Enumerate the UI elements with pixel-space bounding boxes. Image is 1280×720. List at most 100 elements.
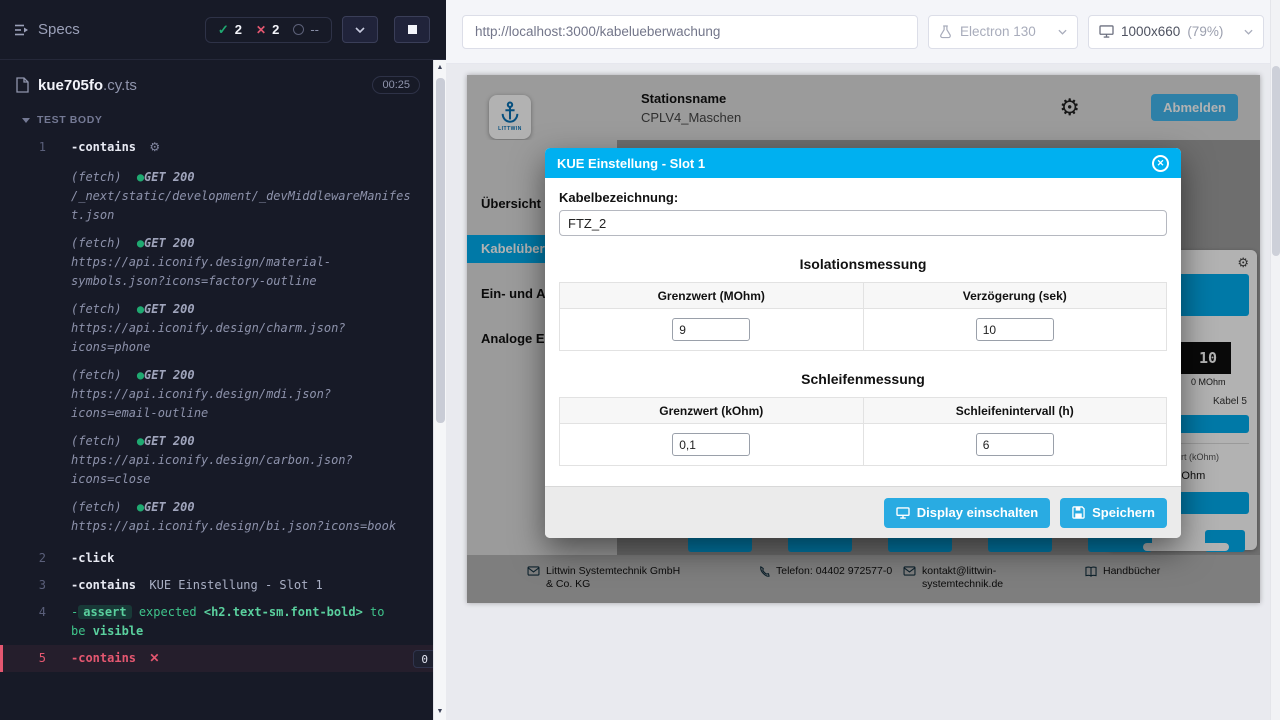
spec-file-icon [16, 77, 29, 93]
viewport-zoom: (79%) [1187, 24, 1223, 39]
cypress-reporter: Specs ✓ 2 ✕ 2 -- kue705fo.cy.ts 00:25 [0, 0, 446, 720]
command-row-contains-2[interactable]: 3 -contains KUE Einstellung - Slot 1 [0, 572, 446, 599]
modal-body: Kabelbezeichnung: Isolationsmessung Gren… [545, 178, 1181, 466]
status-dot-icon: ● [137, 170, 144, 184]
collapse-button[interactable] [342, 16, 378, 43]
browser-label: Electron 130 [960, 24, 1036, 39]
close-icon[interactable]: ✕ [1152, 155, 1169, 172]
status-dot-icon: ● [137, 236, 144, 250]
url-text: http://localhost:3000/kabelueberwachung [475, 24, 720, 39]
fetch-status: GET 200 [144, 236, 195, 250]
test-body-section[interactable]: TEST BODY [0, 104, 446, 134]
chevron-down-icon [355, 27, 365, 33]
loop-limit-input[interactable] [672, 433, 750, 456]
url-bar[interactable]: http://localhost:3000/kabelueberwachung [462, 15, 918, 49]
reporter-scrollbar[interactable]: ▲ ▼ [433, 60, 446, 720]
assert-expected: expected [139, 605, 197, 619]
column-header: Schleifenintervall (h) [863, 398, 1167, 424]
isolation-heading: Isolationsmessung [559, 256, 1167, 272]
iso-limit-input[interactable] [672, 318, 750, 341]
column-header: Grenzwert (MOhm) [560, 283, 864, 309]
cross-icon: ✕ [256, 23, 266, 37]
fetch-log-entry[interactable]: (fetch) ●GET 200 https://api.iconify.des… [71, 498, 413, 536]
viewport-selector[interactable]: 1000x660 (79%) [1088, 15, 1264, 49]
scrollbar-thumb[interactable] [436, 78, 445, 423]
table-cell [863, 309, 1167, 351]
test-stats: ✓ 2 ✕ 2 -- [205, 17, 332, 43]
command-number: 1 [0, 138, 62, 157]
cable-designation-input[interactable] [559, 210, 1167, 236]
command-row-click[interactable]: 2 -click [0, 545, 446, 572]
fetch-url: https://api.iconify.design/charm.json?ic… [71, 321, 346, 354]
fetch-label: (fetch) [71, 236, 122, 250]
command-row-contains-1[interactable]: 1 -contains ⚙ [0, 134, 446, 161]
gear-icon: ⚙ [149, 140, 160, 154]
chevron-down-icon [1058, 29, 1067, 35]
command-name: -contains [71, 140, 136, 154]
network-log-group: (fetch) ●GET 200 /_next/static/developme… [0, 168, 446, 536]
command-number: 3 [0, 576, 62, 595]
spec-duration: 00:25 [372, 76, 420, 94]
page-scrollbar-thumb[interactable] [1272, 66, 1280, 256]
reporter-header: Specs ✓ 2 ✕ 2 -- [0, 0, 446, 60]
kue-settings-modal: KUE Einstellung - Slot 1 ✕ Kabelbezeichn… [545, 148, 1181, 538]
fetch-status: GET 200 [144, 302, 195, 316]
command-number: 4 [0, 603, 62, 622]
monitor-icon [1099, 25, 1114, 38]
fetch-log-entry[interactable]: (fetch) ●GET 200 /_next/static/developme… [71, 168, 413, 225]
fetch-log-entry[interactable]: (fetch) ●GET 200 https://api.iconify.des… [71, 432, 413, 489]
fetch-log-entry[interactable]: (fetch) ●GET 200 https://api.iconify.des… [71, 234, 413, 291]
assert-state: visible [93, 624, 144, 638]
isolation-table: Grenzwert (MOhm) Verzögerung (sek) [559, 282, 1167, 351]
app-under-test: LITTWIN Stationsname CPLV4_Maschen ⚙ Abm… [467, 75, 1260, 603]
pending-count: -- [310, 22, 319, 37]
fetch-status: GET 200 [144, 500, 195, 514]
specs-list-icon [14, 23, 30, 37]
chevron-down-icon [1244, 29, 1253, 35]
command-row-assert[interactable]: 4 -assert expected <h2.text-sm.font-bold… [0, 599, 446, 645]
status-dot-icon: ● [137, 434, 144, 448]
scroll-down-icon[interactable]: ▼ [434, 705, 446, 719]
page-scrollbar[interactable] [1270, 0, 1280, 720]
fetch-log-entry[interactable]: (fetch) ●GET 200 https://api.iconify.des… [71, 300, 413, 357]
iso-delay-input[interactable] [976, 318, 1054, 341]
modal-title: KUE Einstellung - Slot 1 [557, 156, 705, 171]
command-number: 2 [0, 549, 62, 568]
passed-count: 2 [235, 22, 242, 37]
table-cell [560, 309, 864, 351]
specs-label: Specs [38, 21, 80, 38]
aut-stage: LITTWIN Stationsname CPLV4_Maschen ⚙ Abm… [446, 64, 1280, 720]
table-cell [863, 424, 1167, 466]
spec-header[interactable]: kue705fo.cy.ts 00:25 [0, 60, 446, 104]
browser-selector[interactable]: Electron 130 [928, 15, 1078, 49]
check-icon: ✓ [218, 22, 229, 38]
assert-badge: assert [78, 605, 131, 619]
fetch-label: (fetch) [71, 434, 122, 448]
stat-passed: ✓ 2 [218, 22, 242, 38]
fetch-url: https://api.iconify.design/mdi.json?icon… [71, 387, 331, 420]
modal-titlebar: KUE Einstellung - Slot 1 ✕ [545, 148, 1181, 178]
command-row-contains-failed[interactable]: 5 -contains ✕ 0 [0, 645, 446, 672]
scroll-up-icon[interactable]: ▲ [434, 61, 446, 75]
save-button[interactable]: Speichern [1060, 498, 1167, 528]
specs-menu[interactable]: Specs [14, 21, 80, 38]
command-name: -contains [71, 651, 136, 665]
display-on-button[interactable]: Display einschalten [884, 498, 1050, 528]
fetch-url: https://api.iconify.design/carbon.json?i… [71, 453, 353, 486]
fetch-url: https://api.iconify.design/material-symb… [71, 255, 331, 288]
fail-cross-icon: ✕ [149, 651, 159, 665]
status-dot-icon: ● [137, 368, 144, 382]
flask-icon [939, 25, 952, 39]
fetch-label: (fetch) [71, 170, 122, 184]
command-name: -click [71, 551, 114, 565]
fetch-label: (fetch) [71, 368, 122, 382]
cable-designation-label: Kabelbezeichnung: [559, 190, 1167, 205]
display-on-label: Display einschalten [917, 505, 1038, 520]
display-icon [896, 507, 910, 519]
loop-interval-input[interactable] [976, 433, 1054, 456]
stat-pending: -- [293, 22, 319, 37]
fetch-log-entry[interactable]: (fetch) ●GET 200 https://api.iconify.des… [71, 366, 413, 423]
fetch-status: GET 200 [144, 434, 195, 448]
stop-run-button[interactable] [394, 16, 430, 43]
aut-toolbar: http://localhost:3000/kabelueberwachung … [446, 0, 1280, 64]
